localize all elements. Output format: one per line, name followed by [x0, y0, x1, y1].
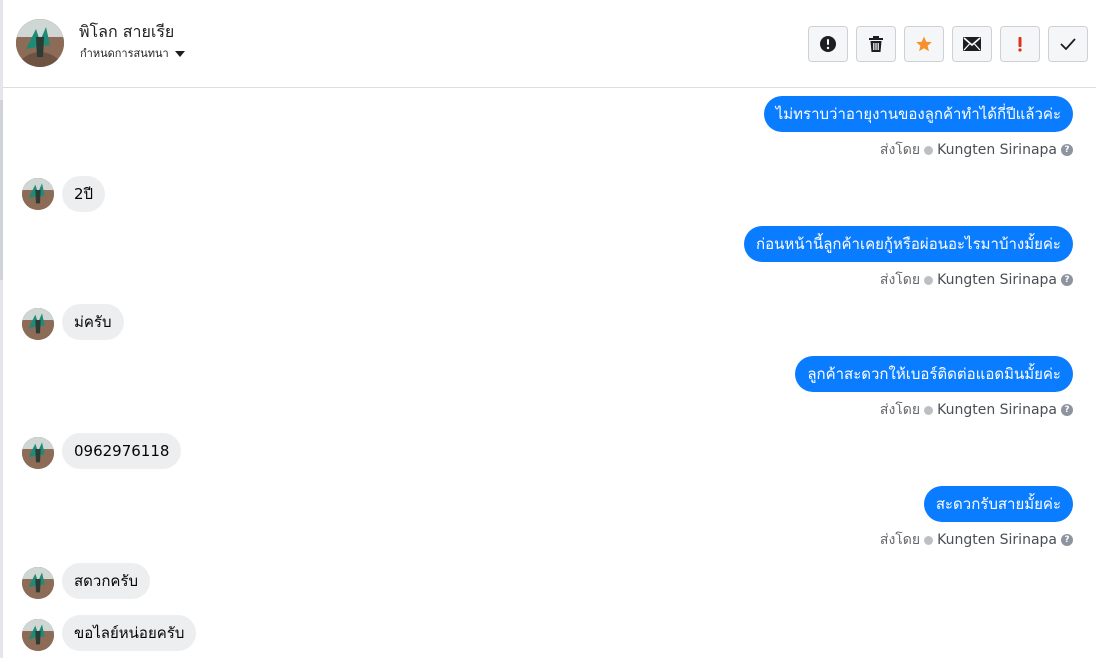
sent-by-label: ส่งโดย — [879, 272, 921, 288]
conversation-list-edge — [0, 0, 3, 658]
help-icon[interactable]: ? — [1061, 274, 1073, 286]
agent-name: Kungten Sirinapa — [937, 402, 1057, 418]
contact-name: พิโลก สายเรีย — [79, 22, 175, 41]
star-button[interactable] — [904, 26, 944, 62]
incoming-message-bubble[interactable]: สดวกครับ — [62, 563, 151, 599]
outgoing-message-bubble[interactable]: ลูกค้าสะดวกให้เบอร์ติดต่อแอดมินมั้ยค่ะ — [795, 356, 1073, 392]
contact-avatar[interactable] — [16, 19, 64, 67]
exclamation-icon — [1018, 37, 1022, 52]
contact-avatar-small[interactable] — [22, 619, 54, 651]
agent-name: Kungten Sirinapa — [937, 272, 1057, 288]
message-meta: ส่งโดย Kungten Sirinapa ? — [880, 529, 1073, 551]
contact-avatar-small[interactable] — [22, 437, 54, 469]
message-meta: ส่งโดย Kungten Sirinapa ? — [880, 399, 1073, 421]
report-button[interactable] — [808, 26, 848, 62]
incoming-message-bubble[interactable]: ม่ครับ — [62, 304, 124, 340]
agent-status-icon — [924, 535, 934, 545]
conversation-settings-dropdown[interactable]: กำหนดการสนทนา — [80, 44, 185, 62]
agent-status-icon — [924, 405, 934, 415]
help-icon[interactable]: ? — [1061, 144, 1073, 156]
contact-avatar-small[interactable] — [22, 567, 54, 599]
sent-by-label: ส่งโดย — [879, 142, 921, 158]
message-meta: ส่งโดย Kungten Sirinapa ? — [880, 139, 1073, 161]
trash-icon — [869, 36, 883, 52]
mark-unread-button[interactable] — [952, 26, 992, 62]
mark-done-button[interactable] — [1048, 26, 1088, 62]
agent-status-icon — [924, 145, 934, 155]
caret-down-icon — [174, 50, 185, 57]
delete-button[interactable] — [856, 26, 896, 62]
sent-by-label: ส่งโดย — [879, 402, 921, 418]
help-icon[interactable]: ? — [1061, 404, 1073, 416]
agent-name: Kungten Sirinapa — [937, 142, 1057, 158]
conversation-settings-label: กำหนดการสนทนา — [80, 47, 169, 60]
contact-avatar-small[interactable] — [22, 178, 54, 210]
agent-status-icon — [924, 275, 934, 285]
alert-circle-icon — [820, 36, 836, 52]
sent-by-label: ส่งโดย — [879, 532, 921, 548]
outgoing-message-bubble[interactable]: สะดวกรับสายมั้ยค่ะ — [923, 486, 1073, 522]
agent-name: Kungten Sirinapa — [937, 532, 1057, 548]
outgoing-message-bubble[interactable]: ก่อนหน้านี้ลูกค้าเคยกู้หรือผ่อนอะไรมาบ้า… — [744, 226, 1073, 262]
important-button[interactable] — [1000, 26, 1040, 62]
contact-avatar-small[interactable] — [22, 308, 54, 340]
message-meta: ส่งโดย Kungten Sirinapa ? — [880, 269, 1073, 291]
envelope-icon — [963, 37, 981, 51]
check-icon — [1060, 38, 1076, 50]
conversation-toolbar — [808, 26, 1088, 62]
star-icon — [916, 36, 932, 52]
help-icon[interactable]: ? — [1061, 534, 1073, 546]
scrollbar-thumb[interactable] — [0, 100, 3, 280]
incoming-message-bubble[interactable]: 0962976118 — [62, 433, 182, 469]
incoming-message-bubble[interactable]: 2ปี — [62, 176, 106, 212]
incoming-message-bubble[interactable]: ขอไลย์หน่อยครับ — [62, 615, 197, 651]
outgoing-message-bubble[interactable]: ไม่ทราบว่าอายุงานของลูกค้าทำได้กี่ปีแล้ว… — [763, 96, 1073, 132]
conversation-header: พิโลก สายเรีย กำหนดการสนทนา — [3, 0, 1096, 88]
